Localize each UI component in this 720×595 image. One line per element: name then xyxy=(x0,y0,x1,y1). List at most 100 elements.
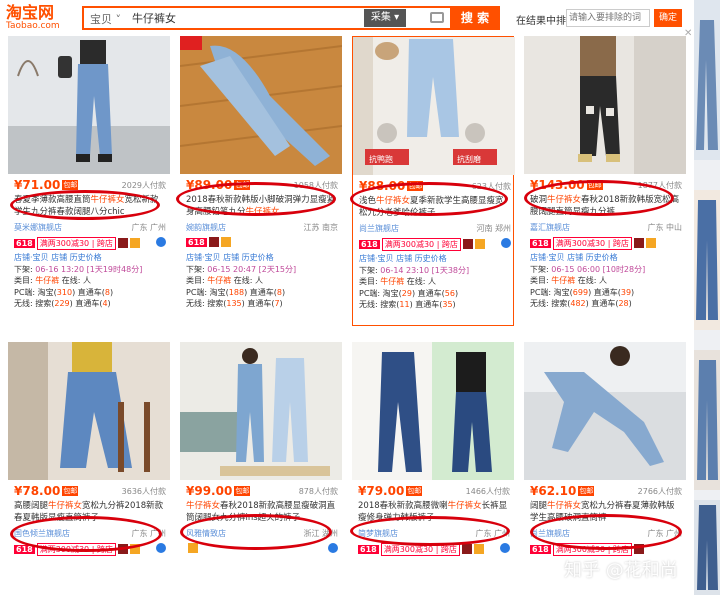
exclude-input[interactable] xyxy=(566,9,650,27)
product-card[interactable]: ¥89.00 包邮 1058人付款 2018春秋新款韩版小脚破洞弹力显瘦紧身高腰铅… xyxy=(180,36,342,326)
free-shipping-badge: 包邮 xyxy=(406,486,423,496)
search-button[interactable]: 搜 索 xyxy=(450,6,500,30)
product-image[interactable] xyxy=(352,342,514,480)
sales-count: 2766人付款 xyxy=(637,487,682,496)
product-image[interactable] xyxy=(694,350,720,490)
shop-name[interactable]: 婉韵旗舰店 xyxy=(186,223,226,232)
title-keyword: 牛仔裤女 xyxy=(547,501,582,511)
product-title[interactable]: 春夏季薄款高腰直筒牛仔裤女宽松新款学生九分裤春款阔腿八分chic xyxy=(14,194,166,218)
tmall-icon xyxy=(117,238,128,248)
product-image[interactable] xyxy=(524,36,686,174)
link-shop-treasure[interactable]: 店铺·宝贝 xyxy=(359,254,394,263)
product-title[interactable]: 破洞牛仔裤女春秋2018新款韩版宽松高腰阔腿直筒显瘦九分裤 xyxy=(530,194,682,218)
title-keyword: 牛仔裤女 xyxy=(48,501,83,511)
link-shop-info[interactable]: 店铺 xyxy=(567,253,583,262)
shop-name[interactable]: 嘉汇旗舰店 xyxy=(530,223,570,232)
product-image[interactable] xyxy=(694,190,720,330)
promo-tag: 满两300减30 | 跨店 xyxy=(380,543,460,556)
search-category-label: 宝贝 xyxy=(90,13,112,26)
link-shop-info[interactable]: 店铺 xyxy=(223,253,239,262)
product-card[interactable]: ¥79.00 包邮 1466人付款 2018春秋新款高腰微喇牛仔裤女长裤显瘦修身弹… xyxy=(352,342,514,595)
product-title[interactable]: 浅色牛仔裤女夏季新款学生高腰显瘦宽松九分老爹哈伦裤子 xyxy=(359,195,511,219)
confirm-button[interactable]: 确定 xyxy=(654,9,682,27)
compare-icon[interactable] xyxy=(156,543,166,553)
product-image[interactable] xyxy=(694,0,720,160)
title-text: 破洞 xyxy=(530,195,548,205)
product-title[interactable]: 2018春秋新款韩版小脚破洞弹力显瘦紧身高腰铅笔九分牛仔裤女 xyxy=(186,194,338,218)
tmall-icon xyxy=(208,237,219,247)
title-keyword: 牛仔裤女 xyxy=(245,207,280,217)
product-image[interactable] xyxy=(524,342,686,480)
logo-text: 淘宝网 xyxy=(6,3,55,22)
product-card[interactable]: ¥78.00 包邮 3636人付款 高腰阔腿牛仔裤女宽松九分裤2018新款春夏韩版… xyxy=(8,342,170,595)
price: ¥62.10 xyxy=(530,484,577,498)
tag-row: 618 xyxy=(186,237,338,249)
compare-icon[interactable] xyxy=(500,543,510,553)
shop-name[interactable]: 尚兰旗舰店 xyxy=(359,224,399,233)
shop-name[interactable]: 简梦旗舰店 xyxy=(358,529,398,538)
compare-icon[interactable] xyxy=(156,237,166,247)
link-price-history[interactable]: 历史价格 xyxy=(70,253,102,262)
product-image[interactable] xyxy=(180,36,342,174)
product-image[interactable] xyxy=(8,342,170,480)
link-price-history[interactable]: 历史价格 xyxy=(586,253,618,262)
product-title[interactable]: 2018春秋新款高腰微喇牛仔裤女长裤显瘦修身弹力韩版裤子 xyxy=(358,500,510,524)
link-shop-info[interactable]: 店铺 xyxy=(51,253,67,262)
camera-icon[interactable] xyxy=(430,12,444,23)
product-title[interactable]: 高腰阔腿牛仔裤女宽松九分裤2018新款春夏韩版显瘦直筒裤子 xyxy=(14,500,166,524)
tag-row xyxy=(186,543,338,555)
link-shop-treasure[interactable]: 店铺·宝贝 xyxy=(186,253,221,262)
free-shipping-badge: 包邮 xyxy=(578,486,595,496)
search-input[interactable] xyxy=(132,10,332,26)
product-image[interactable] xyxy=(694,500,720,595)
link-price-history[interactable]: 历史价格 xyxy=(242,253,274,262)
collect-button[interactable]: 采集 ▾ xyxy=(364,9,406,27)
product-card[interactable]: ¥99.00 包邮 878人付款 牛仔裤女春秋2018新款高腰显瘦破洞直筒阔腿女九… xyxy=(180,342,342,595)
promo-tag: 满两300减30 | 跨店 xyxy=(552,237,632,250)
link-shop-treasure[interactable]: 店铺·宝贝 xyxy=(14,253,49,262)
link-shop-treasure[interactable]: 店铺·宝贝 xyxy=(530,253,565,262)
product-image[interactable] xyxy=(180,342,342,480)
link-shop-info[interactable]: 店铺 xyxy=(396,254,412,263)
promo-tag: 满两300减30 | 跨店 xyxy=(552,543,632,556)
tag-618: 618 xyxy=(14,545,35,554)
shop-name[interactable]: 尚兰旗舰店 xyxy=(530,529,570,538)
product-card[interactable]: ¥71.00 包邮 2029人付款 春夏季薄款高腰直筒牛仔裤女宽松新款学生九分裤春… xyxy=(8,36,170,326)
pc-stats: PC端: 淘宝(29) 直通车(56) xyxy=(359,288,459,298)
promo-tag: 满两300减30 | 跨店 xyxy=(36,237,116,250)
taobao-logo[interactable]: 淘宝网 Taobao.com xyxy=(6,4,70,32)
promo-tag: 满两300减30 | 跨店 xyxy=(381,238,461,251)
product-title[interactable]: 牛仔裤女春秋2018新款高腰显瘦破洞直筒阔腿女九分裤ins超火的裤子 xyxy=(186,500,338,524)
title-text: 阔腿 xyxy=(530,501,548,511)
down-time: 下架: 06-15 06:00 [10时28分] xyxy=(530,264,646,274)
link-price-history[interactable]: 历史价格 xyxy=(415,254,447,263)
down-time: 下架: 06-16 13:20 [1天19时48分] xyxy=(14,264,143,274)
shop-name[interactable]: 风雅情致店 xyxy=(186,529,226,538)
search-category-select[interactable]: 宝贝 ˅ xyxy=(90,11,121,27)
shop-name[interactable]: 国色倾兰旗舰店 xyxy=(14,529,70,538)
seo-links: 店铺·宝贝 店铺 历史价格 xyxy=(14,252,166,264)
free-shipping-badge: 包邮 xyxy=(234,486,251,496)
price-row: ¥89.00 包邮 1058人付款 xyxy=(186,178,338,192)
product-image[interactable] xyxy=(8,36,170,174)
pc-stats: PC端: 淘宝(310) 直通车(8) xyxy=(14,287,114,297)
mobile-stats: 无线: 搜索(482) 直通车(28) xyxy=(530,299,632,308)
product-title[interactable]: 阔腿牛仔裤女宽松九分裤春夏薄款韩版学生高腰破洞直筒裤 xyxy=(530,500,682,524)
watermark: 知乎 @花和尚 xyxy=(564,560,678,581)
price-row: ¥79.00 包邮 1466人付款 xyxy=(358,484,510,498)
free-shipping-badge: 包邮 xyxy=(62,486,79,496)
shop-row: 国色倾兰旗舰店 广东 广州 xyxy=(14,528,166,540)
product-card[interactable]: ¥143.00 包邮 1877人付款 破洞牛仔裤女春秋2018新款韩版宽松高腰阔腿… xyxy=(524,36,686,326)
free-shipping-badge: 包邮 xyxy=(234,180,251,190)
tag-618: 618 xyxy=(186,238,207,247)
compare-icon[interactable] xyxy=(328,543,338,553)
gold-seller-icon xyxy=(129,238,140,248)
free-shipping-badge: 包邮 xyxy=(407,181,424,191)
title-text: 2018春秋新款高腰微喇 xyxy=(358,501,448,511)
product-card[interactable]: 抗鸭跑 抗刮磨 ¥88.00 包邮 623人付款 浅色牛仔裤女夏季新款学生高腰显瘦… xyxy=(352,36,515,326)
category-info: 类目: 牛仔裤 在线: 人 xyxy=(14,276,92,285)
shop-name[interactable]: 莫米娜旗舰店 xyxy=(14,223,62,232)
price-row: ¥88.00 包邮 623人付款 xyxy=(359,179,511,193)
compare-icon[interactable] xyxy=(501,238,511,248)
gold-seller-icon xyxy=(220,237,231,247)
